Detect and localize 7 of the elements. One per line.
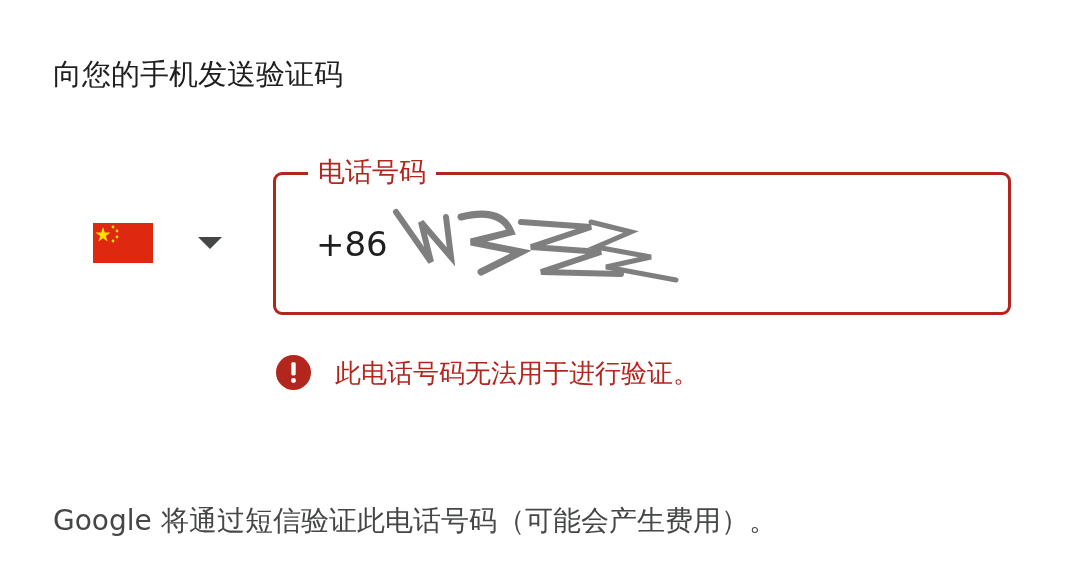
caret-icon[interactable] bbox=[198, 237, 222, 249]
error-message: 此电话号码无法用于进行验证。 bbox=[335, 356, 699, 390]
flag-icon[interactable] bbox=[93, 223, 153, 263]
heading: 向您的手机发送验证码 bbox=[53, 56, 343, 92]
field-value: +86 bbox=[316, 223, 388, 264]
error-icon bbox=[276, 355, 311, 390]
info-text: Google 将通过短信验证此电话号码（可能会产生费用）。 bbox=[53, 503, 777, 539]
